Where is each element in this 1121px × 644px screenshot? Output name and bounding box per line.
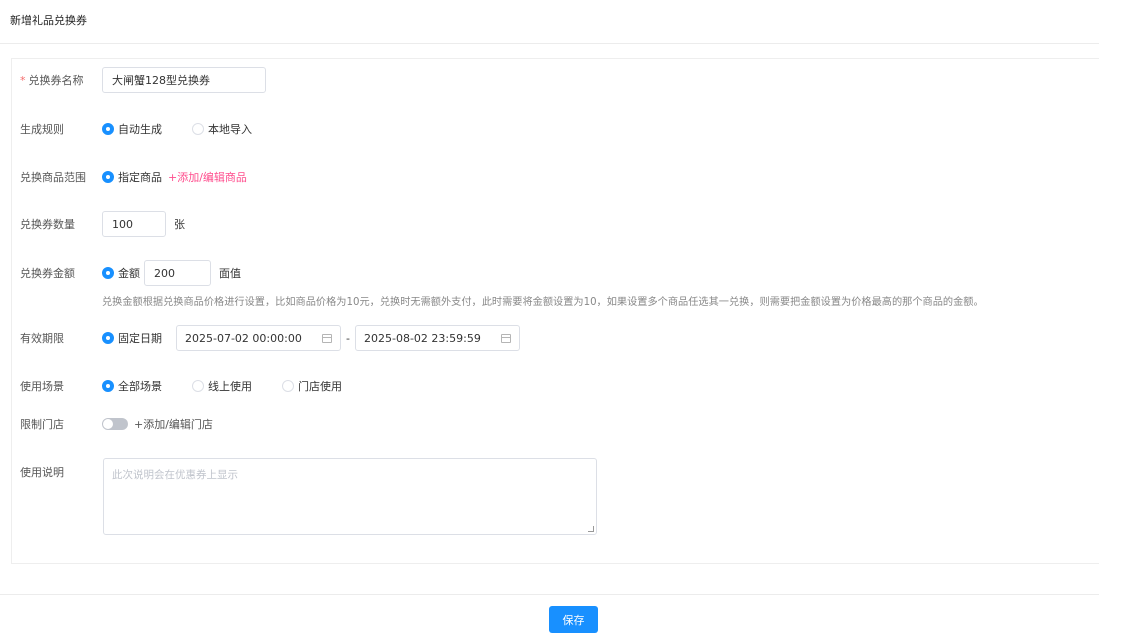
switch-knob	[103, 419, 113, 429]
resize-handle-icon[interactable]	[588, 526, 594, 532]
start-date-input[interactable]: 2025-07-02 00:00:00	[176, 325, 341, 351]
description-placeholder: 此次说明会在优惠券上显示	[112, 469, 238, 481]
row-amount: 兑换券金额 金额 200 面值	[20, 260, 241, 286]
radio-amount[interactable]: 金额	[102, 265, 140, 281]
row-store-limit: 限制门店 +添加/编辑门店	[20, 416, 213, 432]
radio-store[interactable]: 门店使用	[282, 378, 342, 394]
radio-checked-icon	[102, 332, 114, 344]
name-label: * 兑换券名称	[20, 74, 84, 87]
radio-all-scenes[interactable]: 全部场景	[102, 378, 162, 394]
radio-unchecked-icon	[192, 380, 204, 392]
calendar-icon	[500, 333, 511, 343]
radio-checked-icon	[102, 123, 114, 135]
rule-label: 生成规则	[20, 123, 64, 136]
calendar-icon	[322, 333, 332, 343]
radio-auto-generate[interactable]: 自动生成	[102, 121, 162, 137]
store-limit-label: 限制门店	[20, 418, 64, 431]
scope-label: 兑换商品范围	[20, 171, 86, 184]
header-divider	[0, 43, 1099, 44]
radio-unchecked-icon	[282, 380, 294, 392]
usage-label: 使用场景	[20, 380, 64, 393]
amount-label: 兑换券金额	[20, 267, 75, 280]
description-textarea[interactable]: 此次说明会在优惠券上显示	[103, 458, 597, 535]
end-date-input[interactable]: 2025-08-02 23:59:59	[354, 325, 520, 351]
row-description: 使用说明	[20, 464, 102, 480]
date-separator: -	[346, 331, 350, 345]
row-name: * 兑换券名称 大闸蟹128型兑换券	[20, 67, 266, 93]
radio-fixed-date[interactable]: 固定日期	[102, 330, 162, 346]
row-validity: 有效期限 固定日期 2025-07-02 00:00:00 - 2025-08-…	[20, 325, 520, 351]
row-rule: 生成规则 自动生成 本地导入	[20, 121, 282, 137]
row-usage: 使用场景 全部场景 线上使用 门店使用	[20, 378, 372, 394]
radio-checked-icon	[102, 267, 114, 279]
page-title: 新增礼品兑换券	[10, 14, 87, 27]
store-limit-switch[interactable]	[102, 418, 128, 430]
amount-input[interactable]: 200	[144, 260, 211, 286]
amount-unit: 面值	[219, 267, 241, 280]
radio-unchecked-icon	[192, 123, 204, 135]
quantity-unit: 张	[174, 218, 185, 231]
radio-local-import[interactable]: 本地导入	[192, 121, 252, 137]
quantity-label: 兑换券数量	[20, 218, 75, 231]
radio-checked-icon	[102, 380, 114, 392]
required-mark: *	[20, 74, 26, 87]
description-label: 使用说明	[20, 466, 64, 479]
name-input[interactable]: 大闸蟹128型兑换券	[102, 67, 266, 93]
footer-divider	[0, 594, 1099, 595]
radio-online[interactable]: 线上使用	[192, 378, 252, 394]
save-button[interactable]: 保存	[549, 606, 598, 633]
add-edit-store-link[interactable]: +添加/编辑门店	[134, 416, 213, 432]
validity-label: 有效期限	[20, 332, 64, 345]
radio-specified-goods[interactable]: 指定商品	[102, 169, 162, 185]
row-scope: 兑换商品范围 指定商品 +添加/编辑商品	[20, 169, 247, 185]
amount-hint: 兑换金额根据兑换商品价格进行设置，比如商品价格为10元，兑换时无需额外支付，此时…	[102, 297, 984, 308]
quantity-input[interactable]: 100	[102, 211, 166, 237]
add-edit-goods-link[interactable]: +添加/编辑商品	[168, 169, 247, 185]
radio-checked-icon	[102, 171, 114, 183]
row-quantity: 兑换券数量 100 张	[20, 211, 185, 237]
